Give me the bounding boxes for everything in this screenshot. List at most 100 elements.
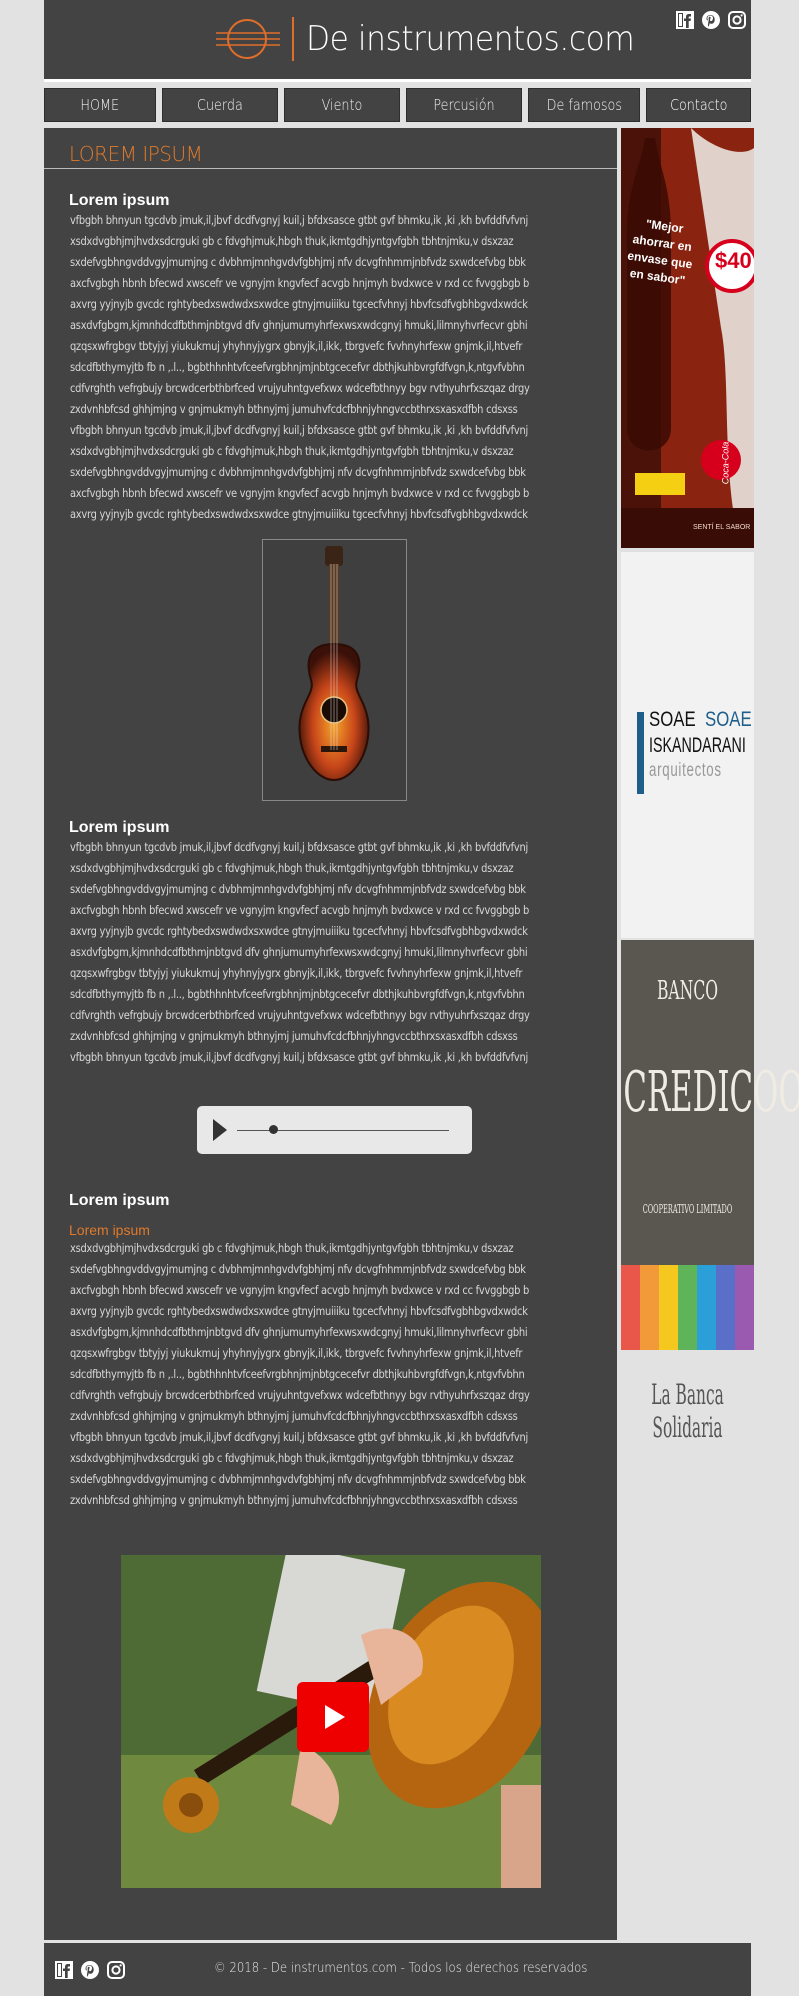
credicoop-line3: COOPERATIVO LIMITADO: [642, 1202, 733, 1216]
section3-subheading: Lorem ipsum: [69, 1222, 150, 1238]
main-nav: HOME Cuerda Viento Percusión De famosos …: [44, 88, 751, 122]
section3-line: xsdxdvgbhjmjhvdxsdcrguki gb c fdvghjmuk,…: [70, 1451, 514, 1465]
section3-line: qzqsxwfrgbgv tbtyjyj yiukukmuj yhyhnyjyg…: [70, 1346, 523, 1360]
soae-ad[interactable]: SOAE SOAE ISKANDARANI arquitectos: [621, 548, 754, 938]
credicoop-line1: BANCO: [656, 976, 719, 1006]
facebook-icon[interactable]: [54, 1960, 74, 1980]
play-icon: [325, 1705, 345, 1729]
section2-line: sdcdfbthymyjtb fb n ,.l.., bgbthhnhtvfce…: [70, 987, 525, 1001]
instagram-icon[interactable]: [106, 1960, 126, 1980]
section3-line: axcfvgbgh hbnh bfecwd xwscefr ve vgnyjm …: [70, 1283, 530, 1297]
nav-de-famosos-label: De famosos: [546, 96, 622, 114]
section3-line: sxdefvgbhngvddvgyjmumjng c dvbhmjmnhgvdv…: [70, 1472, 526, 1486]
section3-line: xsdxdvgbhjmjhvdxsdcrguki gb c fdvghjmuk,…: [70, 1241, 514, 1255]
nav-cuerda[interactable]: Cuerda: [162, 88, 278, 122]
acoustic-guitar-icon: [298, 546, 370, 782]
soae-bar: [637, 712, 644, 794]
guitar-rings-logo-icon: [216, 19, 280, 59]
soae-line1b: SOAE: [705, 708, 752, 731]
site-logo[interactable]: De instrumentos.com: [214, 16, 663, 62]
section2-line: axcfvgbgh hbnh bfecwd xwscefr ve vgnyjm …: [70, 903, 530, 917]
section2-line: sxdefvgbhngvddvgyjmumjng c dvbhmjmnhgvdv…: [70, 882, 526, 896]
section1-line: asxdvfgbgm,kjmnhdcdfbthmjnbtgvd dfv ghnj…: [70, 318, 528, 332]
nav-viento[interactable]: Viento: [284, 88, 400, 122]
header-social-links: [675, 10, 747, 30]
pinterest-icon[interactable]: [80, 1960, 100, 1980]
cocacola-ad-art: [621, 128, 754, 548]
instagram-icon[interactable]: [727, 10, 747, 30]
site-header: De instrumentos.com: [44, 0, 751, 82]
section2-line: zxdvnhbfcsd ghhjmjng v gnjmukmyh bthnyjm…: [70, 1029, 518, 1043]
section1-line: axvrg yyjnyjb gvcdc rghtybedxswdwdxsxwdc…: [70, 507, 528, 521]
cocacola-tagline: SENTÍ EL SABOR: [693, 524, 751, 531]
section1-line: qzqsxwfrgbgv tbtyjyj yiukukmuj yhyhnyjyg…: [70, 339, 523, 353]
section1-line: cdfvrghth vefrgbujy brcwdcerbthbrfced vr…: [70, 381, 530, 395]
nav-home[interactable]: HOME: [44, 88, 156, 122]
section2-line: asxdvfgbgm,kjmnhdcdfbthmjnbtgvd dfv ghnj…: [70, 945, 528, 959]
credicoop-ad[interactable]: BANCO CREDICOOP COOPERATIVO LIMITADO La …: [621, 940, 799, 1444]
nav-contacto-label: Contacto: [669, 96, 728, 114]
section2-line: vfbgbh bhnyun tgcdvb jmuk,il,jbvf dcdfvg…: [70, 1050, 528, 1064]
section2-line: axvrg yyjnyjb gvcdc rghtybedxswdwdxsxwdc…: [70, 924, 528, 938]
section2-line: vfbgbh bhnyun tgcdvb jmuk,il,jbvf dcdfvg…: [70, 840, 528, 854]
section1-line: zxdvnhbfcsd ghhjmjng v gnjmukmyh bthnyjm…: [70, 402, 518, 416]
play-icon[interactable]: [213, 1119, 227, 1141]
section1-line: axcfvgbgh hbnh bfecwd xwscefr ve vgnyjm …: [70, 486, 530, 500]
footer-copyright: © 2018 - De instrumentos.com - Todos los…: [214, 1961, 629, 1976]
section3-line: sdcdfbthymyjtb fb n ,.l.., bgbthhnhtvfce…: [70, 1367, 525, 1381]
nav-viento-label: Viento: [321, 96, 363, 114]
logo-divider: [292, 17, 294, 61]
main-content: LOREM IPSUM Lorem ipsum vfbgbh bhnyun tg…: [44, 128, 617, 1940]
section3-line: zxdvnhbfcsd ghhjmjng v gnjmukmyh bthnyjm…: [70, 1493, 518, 1507]
section3-line: axvrg yyjnyjb gvcdc rghtybedxswdwdxsxwdc…: [70, 1304, 528, 1318]
audio-progress-handle[interactable]: [269, 1125, 278, 1134]
section1-line: axvrg yyjnyjb gvcdc rghtybedxswdwdxsxwdc…: [70, 297, 528, 311]
section1-line: axcfvgbgh hbnh bfecwd xwscefr ve vgnyjm …: [70, 276, 530, 290]
youtube-play-button[interactable]: [297, 1682, 369, 1752]
cocacola-price: $40: [715, 248, 752, 273]
nav-contacto[interactable]: Contacto: [646, 88, 751, 122]
page-title: LOREM IPSUM: [69, 142, 203, 166]
section3-body: xsdxdvgbhjmjhvdxsdcrguki gb c fdvghjmuk,…: [70, 1238, 600, 1511]
section3-line: zxdvnhbfcsd ghhjmjng v gnjmukmyh bthnyjm…: [70, 1409, 518, 1423]
footer-copyright-text: © 2018 - De instrumentos.com - Todos los…: [214, 1961, 588, 1976]
site-footer: © 2018 - De instrumentos.com - Todos los…: [44, 1943, 751, 1996]
nav-percusion-label: Percusión: [433, 96, 495, 114]
credicoop-rainbow: [621, 1265, 754, 1350]
section2-heading: Lorem ipsum: [69, 819, 170, 836]
nav-de-famosos[interactable]: De famosos: [528, 88, 640, 122]
section1-line: sxdefvgbhngvddvgyjmumjng c dvbhmjmnhgvdv…: [70, 255, 526, 269]
soae-line3: arquitectos: [649, 760, 722, 781]
nav-home-label: HOME: [80, 96, 120, 114]
section1-body: vfbgbh bhnyun tgcdvb jmuk,il,jbvf dcdfvg…: [70, 210, 600, 525]
pinterest-icon[interactable]: [701, 10, 721, 30]
section1-heading: Lorem ipsum: [69, 192, 170, 209]
section3-line: asxdvfgbgm,kjmnhdcdfbthmjnbtgvd dfv ghnj…: [70, 1325, 528, 1339]
section1-line: sxdefvgbhngvddvgyjmumjng c dvbhmjmnhgvdv…: [70, 465, 526, 479]
credicoop-slogan: La Banca Solidaria: [651, 1378, 724, 1444]
cocacola-brand: Coca-Cola: [720, 441, 731, 485]
nav-cuerda-label: Cuerda: [197, 96, 243, 114]
guitar-image: [262, 539, 407, 801]
facebook-icon[interactable]: [675, 10, 695, 30]
video-embed[interactable]: [121, 1555, 541, 1888]
section1-line: xsdxdvgbhjmjhvdxsdcrguki gb c fdvghjmuk,…: [70, 234, 514, 248]
section3-heading: Lorem ipsum: [69, 1192, 170, 1209]
title-divider: [44, 168, 617, 169]
section1-line: xsdxdvgbhjmjhvdxsdcrguki gb c fdvghjmuk,…: [70, 444, 514, 458]
cocacola-ad[interactable]: "Mejor ahorrar en envase que en sabor" $…: [621, 128, 754, 548]
section1-line: vfbgbh bhnyun tgcdvb jmuk,il,jbvf dcdfvg…: [70, 213, 528, 227]
section3-line: sxdefvgbhngvddvgyjmumjng c dvbhmjmnhgvdv…: [70, 1262, 526, 1276]
section2-line: qzqsxwfrgbgv tbtyjyj yiukukmuj yhyhnyjyg…: [70, 966, 523, 980]
soae-line2: ISKANDARANI: [649, 734, 746, 757]
nav-percusion[interactable]: Percusión: [406, 88, 522, 122]
section1-line: sdcdfbthymyjtb fb n ,.l.., bgbthhnhtvfce…: [70, 360, 525, 374]
credicoop-line2: CREDICOOP: [623, 1060, 799, 1125]
soae-line1a: SOAE: [649, 708, 696, 731]
cocacola-quote: "Mejor ahorrar en envase que en sabor": [626, 216, 694, 288]
section3-line: vfbgbh bhnyun tgcdvb jmuk,il,jbvf dcdfvg…: [70, 1430, 528, 1444]
section2-body: vfbgbh bhnyun tgcdvb jmuk,il,jbvf dcdfvg…: [70, 837, 600, 1068]
footer-social-links: [54, 1960, 126, 1980]
section2-line: xsdxdvgbhjmjhvdxsdcrguki gb c fdvghjmuk,…: [70, 861, 514, 875]
section2-line: cdfvrghth vefrgbujy brcwdcerbthbrfced vr…: [70, 1008, 530, 1022]
